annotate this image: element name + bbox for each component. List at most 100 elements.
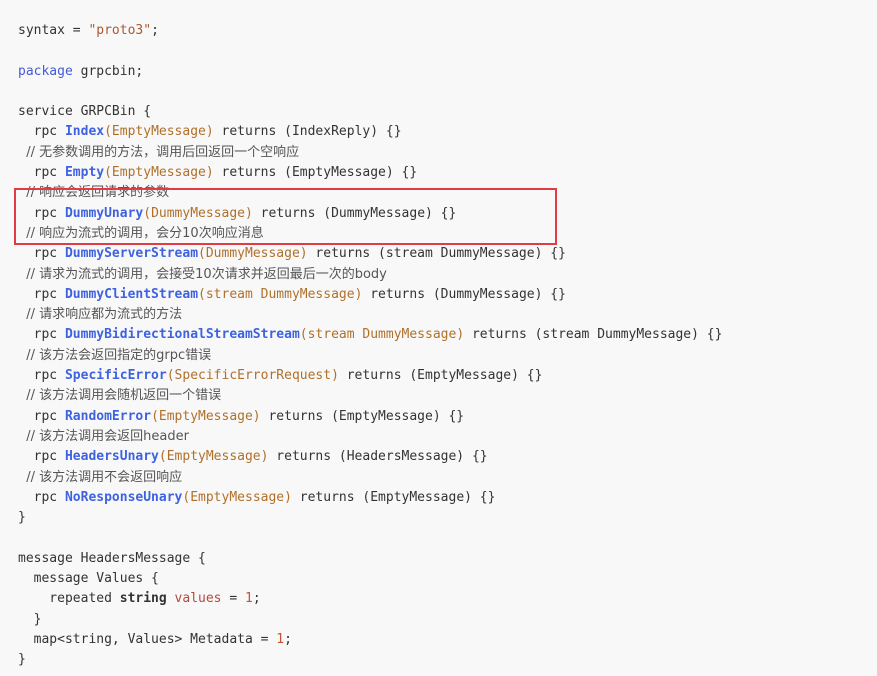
code-token: ;: [284, 631, 292, 647]
code-token: (EmptyMessage): [182, 489, 292, 505]
code-token: // 响应会返回请求的参数: [18, 185, 170, 201]
code-token: "proto3": [88, 23, 152, 38]
code-line: syntax = "proto3";: [18, 21, 877, 41]
code-line: rpc DummyServerStream(DummyMessage) retu…: [18, 244, 877, 264]
code-token: values: [174, 591, 222, 607]
code-token: (EmptyMessage): [104, 165, 214, 181]
code-token: =: [221, 591, 245, 607]
code-token: map<string, Values> Metadata =: [18, 631, 277, 647]
code-token: message Values {: [18, 571, 159, 587]
code-line: // 该方法会返回指定的grpc错误: [18, 346, 877, 366]
code-token: ;: [252, 591, 261, 607]
code-token: (EmptyMessage): [158, 449, 269, 465]
code-token: DummyBidirectionalStreamStream: [64, 327, 300, 343]
code-token: returns (EmptyMessage) {}: [291, 489, 496, 505]
code-token: returns (EmptyMessage) {}: [260, 408, 465, 424]
code-token: // 该方法调用会返回header: [18, 428, 189, 444]
code-token: rpc: [18, 327, 65, 343]
code-line: repeated string values = 1;: [18, 589, 877, 609]
code-token: // 该方法会返回指定的grpc错误: [18, 347, 212, 363]
code-token: DummyServerStream: [64, 246, 199, 262]
code-line: rpc Empty(EmptyMessage) returns (EmptyMe…: [18, 163, 877, 183]
code-line: // 无参数调用的方法，调用后回返回一个空响应: [18, 143, 877, 163]
code-block: syntax = "proto3"; package grpcbin; serv…: [0, 0, 877, 676]
code-line: // 响应为流式的调用，会分10次响应消息: [18, 224, 877, 244]
code-token: rpc: [18, 449, 65, 465]
code-token: HeadersUnary: [64, 449, 159, 465]
code-token: returns (HeadersMessage) {}: [268, 449, 488, 465]
code-token: // 请求为流式的调用，会接受10次请求并返回最后一次的body: [18, 266, 387, 282]
code-line: }: [18, 508, 877, 528]
code-token: rpc: [18, 408, 65, 424]
code-token: // 请求响应都为流式的方法: [18, 307, 183, 323]
code-token: returns (stream DummyMessage) {}: [464, 327, 723, 343]
code-line: // 该方法调用不会返回响应: [18, 468, 877, 488]
code-line: rpc NoResponseUnary(EmptyMessage) return…: [18, 488, 877, 508]
code-line: rpc DummyUnary(DummyMessage) returns (Du…: [18, 204, 877, 224]
code-token: (DummyMessage): [143, 205, 253, 221]
code-line: rpc DummyBidirectionalStreamStream(strea…: [18, 325, 877, 345]
code-token: // 该方法调用不会返回响应: [18, 469, 183, 485]
code-token: rpc: [18, 286, 65, 302]
code-line: // 该方法调用会返回header: [18, 427, 877, 447]
code-token: DummyUnary: [64, 205, 144, 221]
code-token: rpc: [18, 124, 65, 140]
code-token: package: [18, 63, 73, 79]
code-token: returns (DummyMessage) {}: [252, 205, 457, 221]
code-token: Index: [64, 124, 105, 140]
code-token: // 响应为流式的调用，会分10次响应消息: [18, 225, 264, 241]
code-token: syntax =: [18, 23, 89, 38]
code-token: (DummyMessage): [198, 246, 308, 262]
code-token: (EmptyMessage): [104, 124, 214, 140]
code-token: returns (stream DummyMessage) {}: [307, 246, 566, 262]
code-line: message Values {: [18, 569, 877, 589]
code-line: }: [18, 650, 877, 670]
code-token: repeated: [18, 591, 120, 607]
code-line: map<string, Values> Metadata = 1;: [18, 630, 877, 650]
code-line: rpc DummyClientStream(stream DummyMessag…: [18, 285, 877, 305]
code-token: service GRPCBin {: [18, 104, 152, 120]
code-token: }: [18, 652, 26, 668]
code-token: (stream DummyMessage): [198, 286, 363, 302]
code-line: package grpcbin;: [18, 62, 877, 82]
code-line: rpc RandomError(EmptyMessage) returns (E…: [18, 407, 877, 427]
code-line: service GRPCBin {: [18, 102, 877, 122]
code-token: rpc: [18, 489, 65, 505]
code-line: rpc Index(EmptyMessage) returns (IndexRe…: [18, 122, 877, 142]
code-token: rpc: [18, 368, 65, 384]
code-line: rpc SpecificError(SpecificErrorRequest) …: [18, 366, 877, 386]
code-token: rpc: [18, 165, 65, 181]
code-token: returns (EmptyMessage) {}: [338, 368, 543, 384]
code-token: returns (IndexReply) {}: [213, 124, 402, 140]
code-line: rpc HeadersUnary(EmptyMessage) returns (…: [18, 447, 877, 467]
code-line: // 该方法调用会随机返回一个错误: [18, 386, 877, 406]
code-token: DummyClientStream: [64, 286, 199, 302]
code-lines: syntax = "proto3"; package grpcbin; serv…: [18, 21, 877, 671]
code-token: }: [18, 611, 42, 627]
code-token: 1: [245, 591, 253, 607]
code-token: returns (DummyMessage) {}: [362, 286, 566, 302]
code-token: }: [18, 510, 26, 526]
code-token: (EmptyMessage): [151, 408, 261, 424]
code-token: rpc: [18, 246, 65, 262]
code-line: // 响应会返回请求的参数: [18, 183, 877, 203]
code-token: string: [119, 591, 167, 607]
code-line: // 请求为流式的调用，会接受10次请求并返回最后一次的body: [18, 265, 877, 285]
code-token: (stream DummyMessage): [299, 327, 465, 343]
code-token: message HeadersMessage {: [18, 550, 206, 566]
code-token: RandomError: [64, 408, 152, 424]
code-token: Empty: [64, 165, 105, 181]
code-line: }: [18, 610, 877, 630]
code-token: NoResponseUnary: [64, 489, 183, 505]
code-line: // 请求响应都为流式的方法: [18, 305, 877, 325]
code-token: 1: [276, 631, 285, 647]
code-token: (SpecificErrorRequest): [166, 368, 339, 384]
code-token: rpc: [18, 205, 65, 221]
code-token: // 无参数调用的方法，调用后回返回一个空响应: [18, 144, 300, 160]
code-token: ;: [151, 23, 159, 38]
code-token: // 该方法调用会随机返回一个错误: [18, 388, 222, 404]
